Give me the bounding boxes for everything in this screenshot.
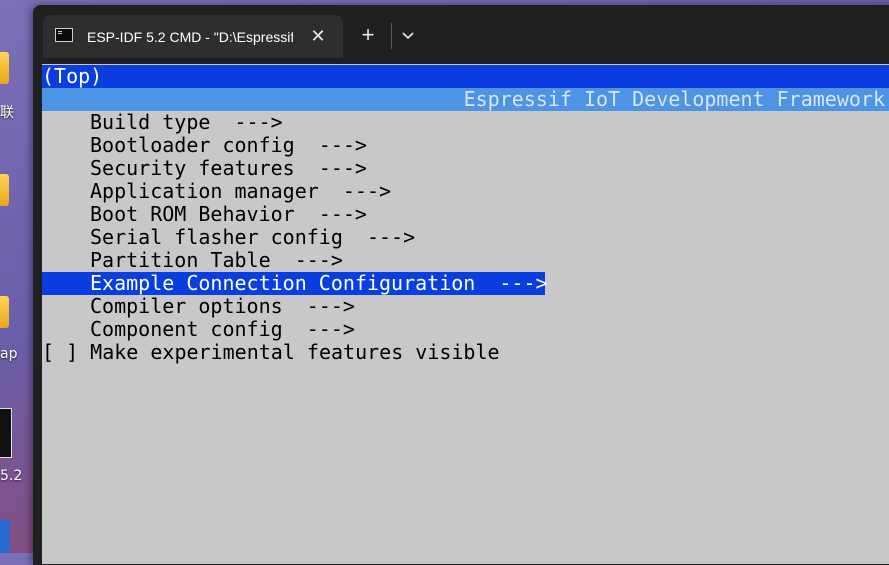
menu-item-serial-flasher-config[interactable]: Serial flasher config --->	[90, 226, 415, 249]
desktop-app-icon[interactable]	[0, 520, 10, 553]
page-title: Espressif IoT Development Framework	[463, 87, 885, 111]
desktop-background: 联 ap 5.2	[0, 0, 34, 553]
desktop-folder-icon[interactable]	[0, 52, 9, 84]
menu-item-example-connection-configuration[interactable]: Example Connection Configuration --->	[42, 272, 548, 295]
desktop-label: ap	[0, 346, 18, 362]
terminal-window: ESP-IDF 5.2 CMD - "D:\Espressif ✕ + (Top…	[33, 5, 889, 565]
desktop-folder-icon[interactable]	[0, 174, 9, 206]
desktop-app-icon[interactable]	[0, 408, 12, 458]
menu-item-component-config[interactable]: Component config --->	[90, 318, 355, 341]
desktop-label: 5.2	[0, 468, 23, 484]
tab-title: ESP-IDF 5.2 CMD - "D:\Espressif	[87, 29, 293, 45]
menu-item-build-type[interactable]: Build type --->	[90, 111, 283, 134]
tab-bar: ESP-IDF 5.2 CMD - "D:\Espressif ✕ +	[33, 5, 889, 58]
desktop-label: 联	[0, 105, 14, 121]
menu-item-boot-rom-behavior[interactable]: Boot ROM Behavior --->	[90, 203, 367, 226]
menu-item-application-manager[interactable]: Application manager --->	[90, 180, 391, 203]
divider	[391, 23, 392, 49]
breadcrumb: (Top)	[42, 65, 889, 88]
header-bar: Espressif IoT Development Framework	[42, 88, 889, 111]
command-prompt-icon	[55, 28, 73, 42]
new-tab-button[interactable]: +	[355, 23, 381, 49]
menuconfig-screen: (Top) Espressif IoT Development Framewor…	[42, 64, 889, 564]
experimental-features-checkbox[interactable]: [ ] Make experimental features visible	[42, 341, 500, 364]
menu-item-compiler-options[interactable]: Compiler options --->	[90, 295, 355, 318]
close-tab-icon[interactable]: ✕	[307, 25, 329, 47]
chevron-down-icon[interactable]	[397, 23, 419, 49]
menu-item-security-features[interactable]: Security features --->	[90, 157, 367, 180]
menu-item-bootloader-config[interactable]: Bootloader config --->	[90, 134, 367, 157]
desktop-folder-icon[interactable]	[0, 296, 9, 328]
tab-esp-idf-cmd[interactable]: ESP-IDF 5.2 CMD - "D:\Espressif ✕	[43, 15, 343, 58]
menu-item-partition-table[interactable]: Partition Table --->	[90, 249, 343, 272]
